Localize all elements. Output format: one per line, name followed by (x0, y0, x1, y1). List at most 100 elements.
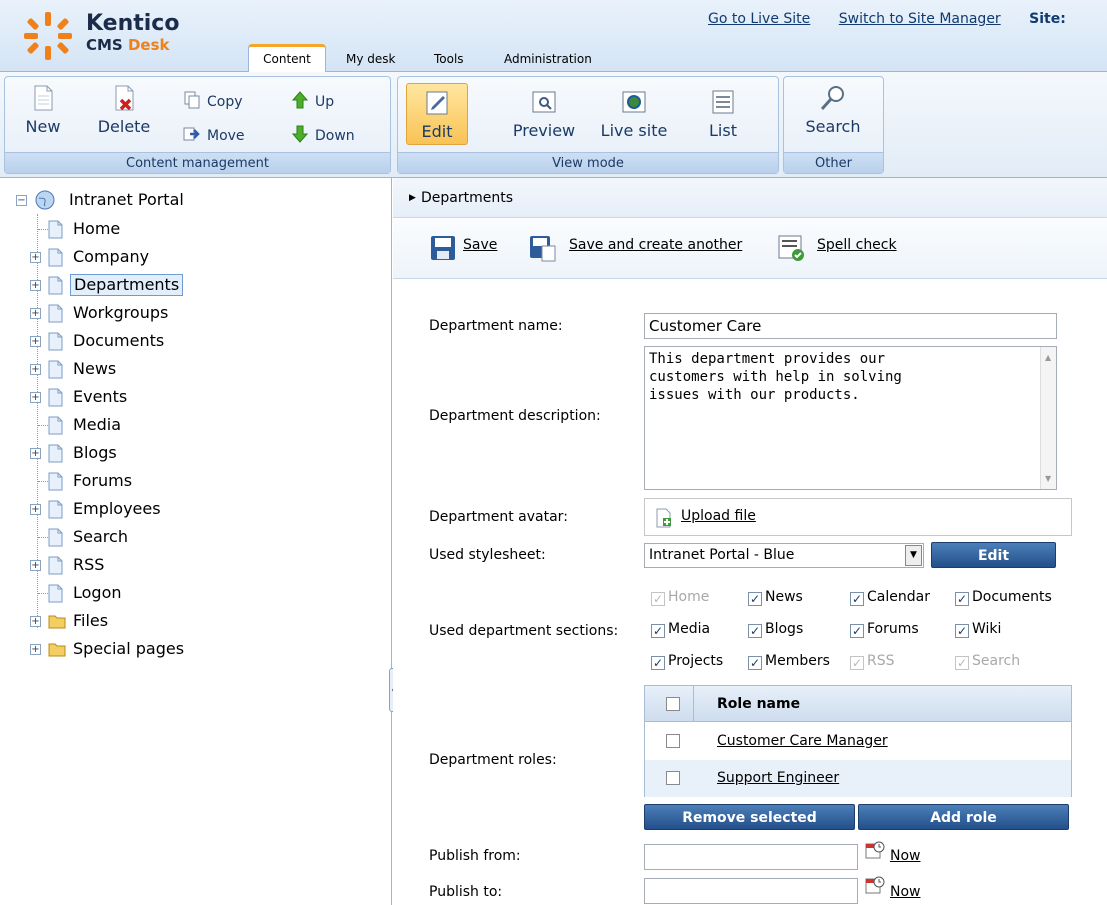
department-description-textarea[interactable]: This department provides our customers w… (644, 346, 1057, 490)
section-members-checkbox[interactable]: ✓ Members (748, 653, 830, 670)
breadcrumb-item[interactable]: Departments (421, 190, 513, 206)
expand-icon[interactable]: + (30, 560, 41, 571)
chevron-down-icon[interactable]: ▼ (905, 545, 922, 566)
delete-button[interactable]: Delete (95, 83, 153, 136)
section-documents-checkbox[interactable]: ✓ Documents (955, 589, 1052, 606)
select-all-roles-checkbox[interactable] (666, 697, 680, 711)
role-link[interactable]: Support Engineer (717, 770, 839, 786)
department-name-input[interactable]: Customer Care (644, 313, 1057, 339)
expand-icon[interactable]: + (30, 616, 41, 627)
save-and-create-another-button[interactable]: Save and create another (528, 236, 742, 262)
role-row-checkbox[interactable] (666, 734, 680, 748)
publish-from-label: Publish from: (429, 848, 521, 864)
role-name-header[interactable]: Role name (717, 696, 800, 712)
move-button[interactable]: Move (183, 125, 245, 144)
section-wiki-checkbox[interactable]: ✓ Wiki (955, 621, 1001, 638)
list-button[interactable]: List (700, 87, 746, 140)
save-button[interactable]: Save (429, 236, 497, 260)
calendar-icon[interactable] (865, 840, 885, 860)
upload-file-link[interactable]: Upload file (681, 508, 756, 524)
switch-site-manager-link[interactable]: Switch to Site Manager (839, 11, 1001, 27)
search-button[interactable]: Search (800, 83, 866, 136)
expand-icon[interactable]: + (30, 336, 41, 347)
checkbox-box[interactable]: ✓ (850, 592, 864, 606)
page-icon (48, 472, 63, 491)
save-and-create-another-link[interactable]: Save and create another (569, 237, 742, 253)
tree-item-label: Departments (70, 274, 184, 296)
preview-button[interactable]: Preview (504, 87, 584, 140)
expand-icon[interactable]: + (30, 280, 41, 291)
publish-to-label: Publish to: (429, 884, 503, 900)
live-site-button[interactable]: Live site (594, 87, 674, 140)
content-tree: − Intranet Portal Home + Company + Departmen… (0, 178, 392, 905)
edit-view-button[interactable]: Edit (406, 83, 468, 145)
stylesheet-select[interactable]: Intranet Portal - Blue ▼ (644, 543, 924, 568)
publish-to-input[interactable] (644, 878, 858, 904)
department-avatar-label: Department avatar: (429, 509, 568, 525)
copy-button[interactable]: Copy (183, 91, 243, 110)
section-media-checkbox[interactable]: ✓ Media (651, 621, 710, 638)
checkbox-box[interactable]: ✓ (748, 656, 762, 670)
page-icon (48, 360, 63, 379)
expand-icon[interactable]: + (30, 252, 41, 263)
section-calendar-checkbox[interactable]: ✓ Calendar (850, 589, 930, 606)
tree-connector (38, 425, 48, 426)
scroll-down-icon[interactable]: ▼ (1045, 474, 1051, 483)
section-blogs-checkbox[interactable]: ✓ Blogs (748, 621, 803, 638)
tab-tools[interactable]: Tools (434, 44, 464, 72)
scroll-up-icon[interactable]: ▲ (1045, 353, 1051, 362)
checkbox-box[interactable]: ✓ (955, 592, 969, 606)
collapse-icon[interactable]: − (16, 195, 27, 206)
publish-from-now-link[interactable]: Now (890, 848, 921, 864)
tree-item-label: Events (73, 387, 128, 406)
new-button[interactable]: New (23, 83, 63, 136)
expand-icon[interactable]: + (30, 364, 41, 375)
publish-from-input[interactable] (644, 844, 858, 870)
checkbox-box[interactable]: ✓ (955, 624, 969, 638)
checkbox-box[interactable]: ✓ (850, 624, 864, 638)
spell-check-link[interactable]: Spell check (817, 237, 897, 253)
section-label: Media (668, 621, 711, 637)
calendar-icon[interactable] (865, 875, 885, 895)
live-site-label: Live site (600, 121, 668, 140)
go-to-live-site-link[interactable]: Go to Live Site (708, 11, 810, 27)
section-forums-checkbox[interactable]: ✓ Forums (850, 621, 919, 638)
breadcrumb-arrow-icon: ▶ (409, 193, 416, 203)
save-link[interactable]: Save (463, 237, 497, 253)
checkbox-box[interactable]: ✓ (651, 624, 665, 638)
preview-label: Preview (512, 121, 576, 140)
role-link[interactable]: Customer Care Manager (717, 733, 888, 749)
add-role-button[interactable]: Add role (858, 804, 1069, 830)
description-scrollbar[interactable]: ▲ ▼ (1040, 347, 1056, 489)
section-news-checkbox[interactable]: ✓ News (748, 589, 803, 606)
down-button[interactable]: Down (291, 125, 355, 144)
checkbox-box[interactable]: ✓ (651, 656, 665, 670)
tab-my-desk[interactable]: My desk (346, 44, 395, 72)
role-row-checkbox[interactable] (666, 771, 680, 785)
page-icon (48, 556, 63, 575)
tab-content[interactable]: Content (248, 44, 326, 72)
page-icon (48, 500, 63, 519)
publish-to-now-link[interactable]: Now (890, 884, 921, 900)
expand-icon[interactable]: + (30, 308, 41, 319)
checkbox-box[interactable]: ✓ (748, 592, 762, 606)
tab-administration[interactable]: Administration (504, 44, 592, 72)
spell-check-icon (778, 235, 804, 261)
page-icon (48, 276, 63, 295)
section-label: Projects (668, 653, 724, 669)
remove-selected-button[interactable]: Remove selected (644, 804, 855, 830)
section-projects-checkbox[interactable]: ✓ Projects (651, 653, 723, 670)
section-rss-checkbox: ✓ RSS (850, 653, 895, 670)
expand-icon[interactable]: + (30, 644, 41, 655)
expand-icon[interactable]: + (30, 448, 41, 459)
arrow-up-icon (291, 91, 309, 109)
stylesheet-edit-button[interactable]: Edit (931, 542, 1056, 568)
new-page-icon (34, 85, 53, 111)
expand-icon[interactable]: + (30, 504, 41, 515)
spell-check-button[interactable]: Spell check (777, 235, 897, 261)
checkbox-box[interactable]: ✓ (748, 624, 762, 638)
up-button[interactable]: Up (291, 91, 334, 110)
page-icon (48, 388, 63, 407)
expand-icon[interactable]: + (30, 392, 41, 403)
section-label: Forums (867, 621, 919, 637)
